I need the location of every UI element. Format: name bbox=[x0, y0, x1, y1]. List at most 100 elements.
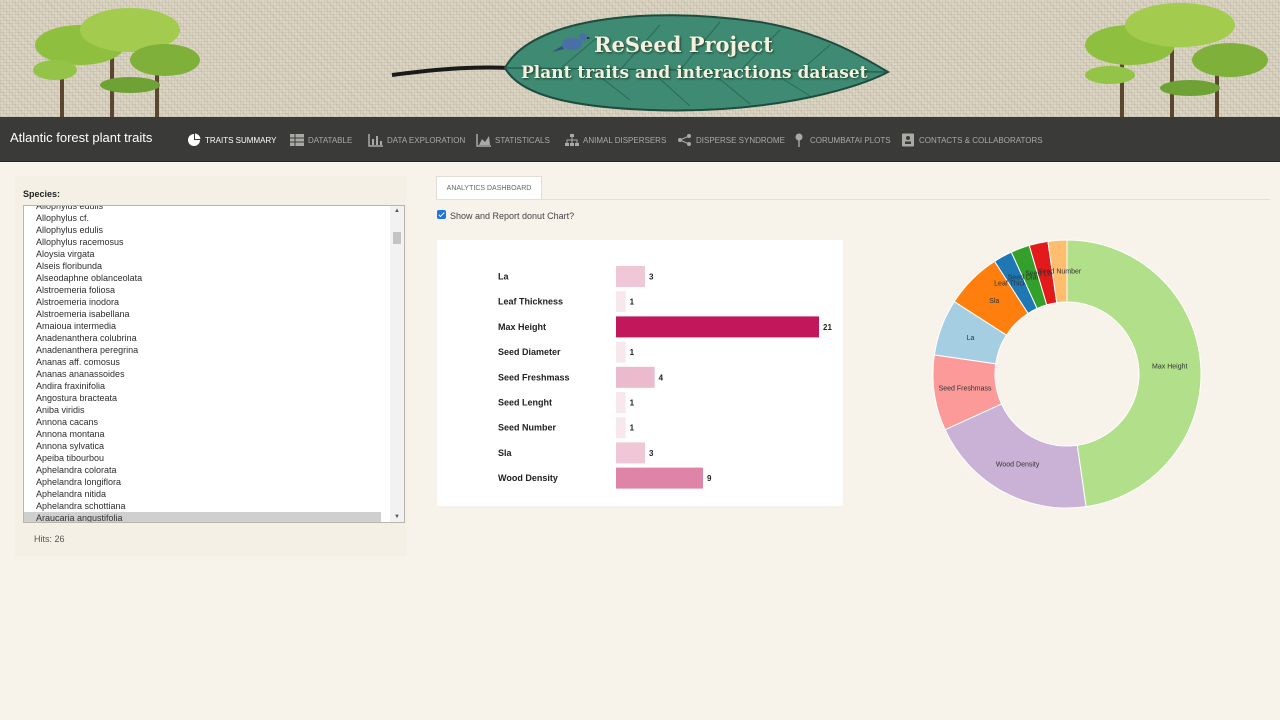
bar-value-label: 1 bbox=[630, 298, 635, 307]
species-option[interactable]: Allophylus edulis bbox=[24, 206, 381, 212]
species-option[interactable]: Allophylus cf. bbox=[24, 212, 381, 224]
bar[interactable] bbox=[616, 266, 645, 287]
nav-traits-summary[interactable]: Traits Summary bbox=[186, 130, 276, 150]
species-option[interactable]: Alseis floribunda bbox=[24, 260, 381, 272]
bar-value-label: 3 bbox=[649, 273, 654, 282]
donut-slice-label: Max Height bbox=[1152, 364, 1187, 371]
donut-chart: Max Height Wood Density Seed Freshmass La Sl… bbox=[932, 239, 1202, 509]
bar-category-label: Sla bbox=[498, 448, 513, 458]
nav-label: Disperse Syndrome bbox=[696, 135, 785, 145]
species-option[interactable]: Annona montana bbox=[24, 428, 381, 440]
scroll-down-arrow-icon[interactable]: ▼ bbox=[390, 512, 404, 522]
species-option[interactable]: Ananas aff. comosus bbox=[24, 356, 381, 368]
nav-animal-dispersers[interactable]: Animal Dispersers bbox=[564, 130, 666, 150]
hits-count: Hits: 26 bbox=[34, 534, 65, 544]
donut-slice-label: Wood Density bbox=[996, 461, 1040, 468]
bar-category-label: Seed Number bbox=[498, 423, 557, 433]
species-option[interactable]: Aniba viridis bbox=[24, 404, 381, 416]
navbar-brand[interactable]: Atlantic forest plant traits bbox=[10, 130, 152, 145]
donut-toggle-row: Show and Report donut Chart? bbox=[437, 209, 574, 221]
species-option[interactable]: Annona sylvatica bbox=[24, 440, 381, 452]
bar-chart-icon bbox=[368, 134, 383, 147]
donut-slice[interactable] bbox=[1066, 239, 1202, 508]
species-option[interactable]: Amaioua intermedia bbox=[24, 320, 381, 332]
scroll-up-arrow-icon[interactable]: ▲ bbox=[390, 206, 404, 216]
bar[interactable] bbox=[616, 316, 819, 338]
nav-contacts-collaborators[interactable]: Contacts & Collaborators bbox=[900, 130, 1043, 150]
bar-category-label: Max Height bbox=[498, 322, 546, 332]
nav-datatable[interactable]: Datatable bbox=[289, 130, 352, 150]
species-option[interactable]: Allophylus edulis bbox=[24, 224, 381, 236]
donut-slice-label: La bbox=[967, 335, 975, 342]
species-option[interactable]: Anadenanthera peregrina bbox=[24, 344, 381, 356]
banner-title: ReSeed Project bbox=[594, 32, 774, 57]
species-label: Species: bbox=[23, 189, 61, 199]
nav-label: Animal Dispersers bbox=[583, 135, 667, 145]
species-option[interactable]: Alstroemeria foliosa bbox=[24, 284, 381, 296]
species-option[interactable]: Andira fraxinifolia bbox=[24, 380, 381, 392]
species-option[interactable]: Angostura bracteata bbox=[24, 392, 381, 404]
nav-corumbatai-plots[interactable]: Corumbatai Plots bbox=[791, 130, 891, 150]
donut-slice-label: Seed Freshmass bbox=[939, 386, 992, 393]
bar[interactable] bbox=[616, 467, 703, 489]
bar[interactable] bbox=[616, 417, 626, 439]
nav-label: Contacts & Collaborators bbox=[919, 135, 1043, 145]
bar-chart: La 3 Leaf Thickness 1 Max Height 21 Seed Diame… bbox=[498, 266, 832, 489]
donut-chart-container: Max Height Wood Density Seed Freshmass La Sl… bbox=[928, 236, 1208, 516]
bar-category-label: La bbox=[498, 272, 509, 282]
bar[interactable] bbox=[616, 392, 626, 413]
area-chart-icon bbox=[476, 134, 491, 147]
bar-value-label: 1 bbox=[630, 424, 635, 433]
bar[interactable] bbox=[616, 291, 626, 313]
bar-value-label: 1 bbox=[630, 399, 635, 408]
nav-statisticals[interactable]: Statisticals bbox=[476, 130, 550, 150]
species-option[interactable]: Aphelandra longiflora bbox=[24, 476, 381, 488]
bar-value-label: 4 bbox=[659, 373, 664, 382]
species-option[interactable]: Araucaria angustifolia bbox=[24, 512, 381, 522]
bar-category-label: Seed Freshmass bbox=[498, 372, 570, 382]
banner-subtitle: Plant traits and interactions dataset bbox=[521, 63, 868, 83]
species-option[interactable]: Aloysia virgata bbox=[24, 248, 381, 260]
right-tree-illustration bbox=[1085, 3, 1268, 117]
bar-value-label: 21 bbox=[823, 323, 832, 332]
share-icon bbox=[678, 134, 691, 146]
bar-chart-panel: La 3 Leaf Thickness 1 Max Height 21 Seed Diame… bbox=[437, 240, 843, 506]
map-pin-icon bbox=[795, 133, 803, 147]
nav-data-exploration[interactable]: Data Exploration bbox=[368, 130, 465, 150]
bar[interactable] bbox=[616, 442, 645, 464]
bar[interactable] bbox=[616, 366, 655, 388]
species-option[interactable]: Aphelandra schottiana bbox=[24, 500, 381, 512]
species-option[interactable]: Alseodaphne oblanceolata bbox=[24, 272, 381, 284]
nav-disperse-syndrome[interactable]: Disperse Syndrome bbox=[677, 130, 785, 150]
bar[interactable] bbox=[616, 341, 626, 363]
donut-slice-label: Sla bbox=[989, 298, 999, 305]
listbox-scrollbar[interactable]: ▲ ▼ bbox=[390, 206, 404, 522]
top-navbar: Atlantic forest plant traits Traits Summ… bbox=[0, 117, 1280, 162]
species-option[interactable]: Alstroemeria inodora bbox=[24, 296, 381, 308]
donut-chart-checkbox-label[interactable]: Show and Report donut Chart? bbox=[450, 211, 574, 221]
bar-value-label: 9 bbox=[707, 474, 712, 483]
nav-label: Data Exploration bbox=[387, 135, 466, 145]
nav-label: Corumbatai Plots bbox=[810, 135, 891, 145]
species-option[interactable]: Aphelandra nitida bbox=[24, 488, 381, 500]
species-option[interactable]: Ananas ananassoides bbox=[24, 368, 381, 380]
species-option[interactable]: Allophylus racemosus bbox=[24, 236, 381, 248]
species-option[interactable]: Annona cacans bbox=[24, 416, 381, 428]
tab-analytics-dashboard[interactable]: Analytics Dashboard bbox=[436, 176, 542, 200]
bar-value-label: 3 bbox=[649, 449, 654, 458]
species-option[interactable]: Apeiba tibourbou bbox=[24, 452, 381, 464]
donut-chart-checkbox[interactable] bbox=[437, 209, 446, 219]
header-banner: ReSeed Project Plant traits and interact… bbox=[0, 0, 1280, 117]
species-option[interactable]: Alstroemeria isabellana bbox=[24, 308, 381, 320]
species-option[interactable]: Anadenanthera colubrina bbox=[24, 332, 381, 344]
left-tree-illustration bbox=[33, 8, 200, 117]
bar-category-label: Wood Density bbox=[498, 473, 558, 483]
species-listbox[interactable]: Araucaria angustifolia Aphelandra schotti… bbox=[23, 205, 405, 523]
bar-category-label: Seed Diameter bbox=[498, 347, 561, 357]
species-option[interactable]: Aphelandra colorata bbox=[24, 464, 381, 476]
pie-chart-icon bbox=[188, 133, 201, 146]
sitemap-icon bbox=[565, 134, 579, 146]
scroll-thumb[interactable] bbox=[393, 232, 401, 244]
bar-category-label: Seed Lenght bbox=[498, 398, 552, 408]
nav-label: Traits Summary bbox=[205, 135, 277, 145]
